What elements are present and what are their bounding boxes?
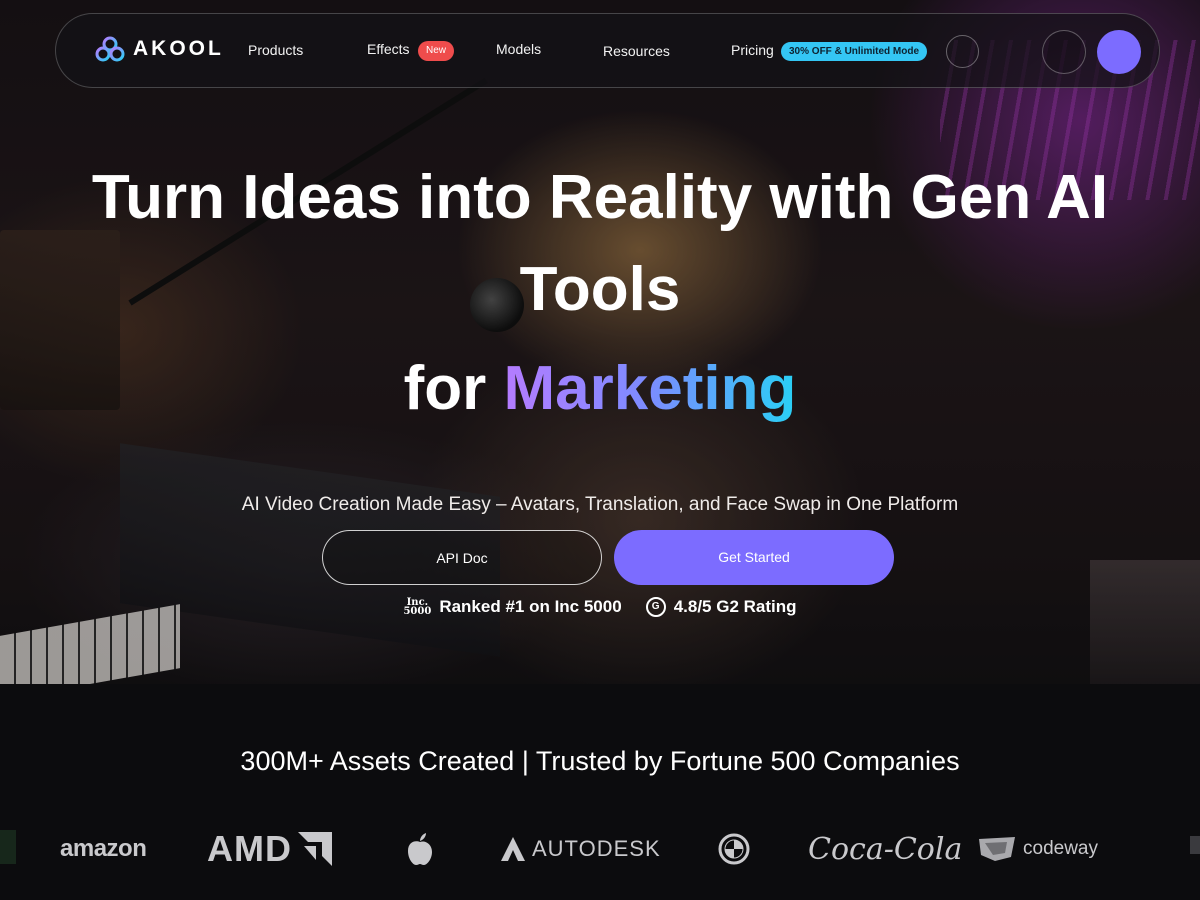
brand-amazon-logo: amazon bbox=[60, 814, 147, 884]
g2-logo-icon: G bbox=[645, 597, 666, 617]
nav-item-models[interactable]: Models bbox=[496, 41, 541, 57]
bmw-logo-icon bbox=[718, 833, 750, 865]
g2-rating: G 4.8/5 G2 Rating bbox=[645, 597, 797, 617]
api-doc-button[interactable]: API Doc bbox=[322, 530, 602, 585]
autodesk-logo-icon bbox=[501, 837, 525, 861]
apple-logo-icon bbox=[408, 833, 432, 865]
ratings-row: Inc. 5000 Ranked #1 on Inc 5000 G 4.8/5 G… bbox=[0, 597, 1200, 617]
brand-codeway-logo: codeway bbox=[977, 814, 1098, 884]
user-avatar-button[interactable] bbox=[1097, 30, 1141, 74]
brand-autodesk-text: AUTODESK bbox=[532, 836, 661, 861]
trusted-by-section: 300M+ Assets Created | Trusted by Fortun… bbox=[0, 684, 1200, 900]
offer-badge: 30% OFF & Unlimited Mode bbox=[781, 42, 928, 61]
hero-headline-line2: for Marketing bbox=[0, 346, 1200, 432]
brand-bmw-logo bbox=[718, 814, 750, 884]
nav-item-resources[interactable]: Resources bbox=[603, 43, 670, 59]
codeway-logo-icon bbox=[979, 837, 1015, 861]
inc5000-rating: Inc. 5000 Ranked #1 on Inc 5000 bbox=[403, 597, 621, 617]
headline-for: for bbox=[403, 354, 504, 423]
brand-codeway-text: codeway bbox=[1023, 838, 1098, 859]
inc5000-logo-icon: Inc. 5000 bbox=[403, 597, 432, 617]
language-button[interactable] bbox=[1042, 30, 1086, 74]
logo-text: AKOOL bbox=[133, 37, 224, 60]
brand-amd-text: AMD bbox=[207, 828, 292, 869]
nav-item-effects[interactable]: Effects bbox=[367, 41, 410, 57]
brand-cocacola-text: Coca-Cola bbox=[808, 831, 963, 867]
get-started-button[interactable]: Get Started bbox=[614, 530, 894, 585]
trust-title: 300M+ Assets Created | Trusted by Fortun… bbox=[240, 746, 960, 776]
inc5000-rating-label: Ranked #1 on Inc 5000 bbox=[439, 597, 622, 616]
brand-amazon-text: amazon bbox=[60, 835, 147, 862]
nav-item-products[interactable]: Products bbox=[248, 42, 303, 58]
brand-amd-logo: AMD bbox=[207, 814, 332, 884]
brand-logos-marquee: amazon AMD AUTODESK Coca-Cola codeway bbox=[0, 814, 1200, 884]
brand-autodesk-logo: AUTODESK bbox=[500, 814, 661, 884]
amd-arrow-icon bbox=[297, 832, 332, 866]
theme-toggle-button[interactable] bbox=[946, 35, 979, 68]
akool-logo[interactable]: AKOOL bbox=[95, 36, 224, 62]
nav-item-pricing[interactable]: Pricing bbox=[731, 42, 774, 58]
headline-highlight: Marketing bbox=[503, 354, 797, 423]
hero-section: AKOOL Products Effects New Models Resour… bbox=[0, 0, 1200, 684]
brand-apple-logo bbox=[405, 814, 435, 884]
hero-subtitle: AI Video Creation Made Easy – Avatars, T… bbox=[241, 494, 959, 515]
brand-cocacola-logo: Coca-Cola bbox=[808, 814, 962, 884]
top-navbar: AKOOL Products Effects New Models Resour… bbox=[55, 13, 1160, 88]
new-badge: New bbox=[418, 41, 455, 61]
g2-rating-label: 4.8/5 G2 Rating bbox=[673, 597, 797, 616]
akool-logo-icon bbox=[95, 36, 125, 62]
hero-overlay bbox=[0, 0, 1200, 684]
hero-headline: Turn Ideas into Reality with Gen AI Tool… bbox=[91, 163, 1109, 324]
